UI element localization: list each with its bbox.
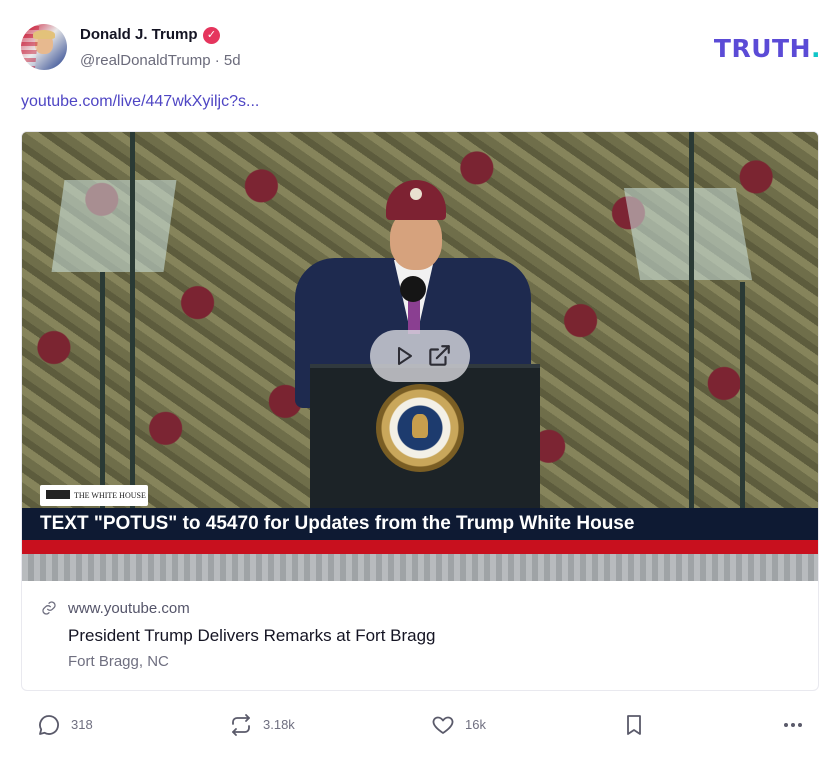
link-preview-card[interactable]: THE WHITE HOUSE TEXT "POTUS" to 45470 fo… [21, 131, 819, 691]
link-description: Fort Bragg, NC [68, 653, 169, 670]
link-chain-icon [42, 601, 56, 615]
teleprompter-right [623, 188, 753, 280]
reply-count: 318 [71, 717, 93, 732]
bookmark-icon [627, 715, 641, 735]
post-header: Donald J. Trump ✓ @realDonaldTrump · 5d … [21, 24, 821, 74]
author-meta: @realDonaldTrump · 5d [80, 52, 241, 69]
retruth-button[interactable]: 3.18k [229, 708, 309, 742]
white-house-watermark: THE WHITE HOUSE [40, 485, 148, 506]
retruth-count: 3.18k [263, 717, 295, 732]
bookmark-button[interactable] [622, 708, 646, 742]
more-horizontal-icon [784, 723, 802, 727]
author-handle[interactable]: @realDonaldTrump [80, 52, 211, 69]
logo-dot: . [811, 34, 821, 63]
more-options-button[interactable] [781, 708, 807, 742]
play-icon[interactable] [392, 344, 416, 368]
link-card-info[interactable]: www.youtube.com President Trump Delivers… [22, 581, 818, 690]
link-title[interactable]: President Trump Delivers Remarks at Fort… [68, 626, 436, 646]
ticker-stripe [22, 540, 818, 554]
teleprompter-left [51, 180, 177, 272]
comment-bubble-icon [39, 715, 59, 735]
post-link[interactable]: youtube.com/live/447wkXyiljc?s... [21, 93, 259, 111]
video-controls [370, 330, 470, 382]
like-count: 16k [465, 717, 486, 732]
verified-badge-icon: ✓ [203, 27, 220, 44]
meta-separator: · [214, 52, 220, 69]
link-domain: www.youtube.com [68, 600, 190, 617]
video-thumbnail[interactable]: THE WHITE HOUSE TEXT "POTUS" to 45470 fo… [22, 132, 818, 581]
logo-text: TRUTH [713, 34, 811, 63]
watermark-text: THE WHITE HOUSE [74, 491, 146, 500]
news-ticker: TEXT "POTUS" to 45470 for Updates from t… [22, 508, 818, 540]
truth-logo: TRUTH. [714, 34, 821, 63]
repost-icon [232, 714, 250, 736]
post-actions: 318 3.18k 16k [21, 708, 821, 742]
reply-button[interactable]: 318 [37, 708, 117, 742]
heart-icon [432, 716, 454, 734]
avatar[interactable] [21, 24, 67, 70]
author-display-name[interactable]: Donald J. Trump [80, 26, 198, 43]
like-button[interactable]: 16k [431, 708, 511, 742]
external-link-icon[interactable] [426, 343, 452, 369]
post-age[interactable]: 5d [224, 52, 241, 69]
ticker-base [22, 554, 818, 581]
